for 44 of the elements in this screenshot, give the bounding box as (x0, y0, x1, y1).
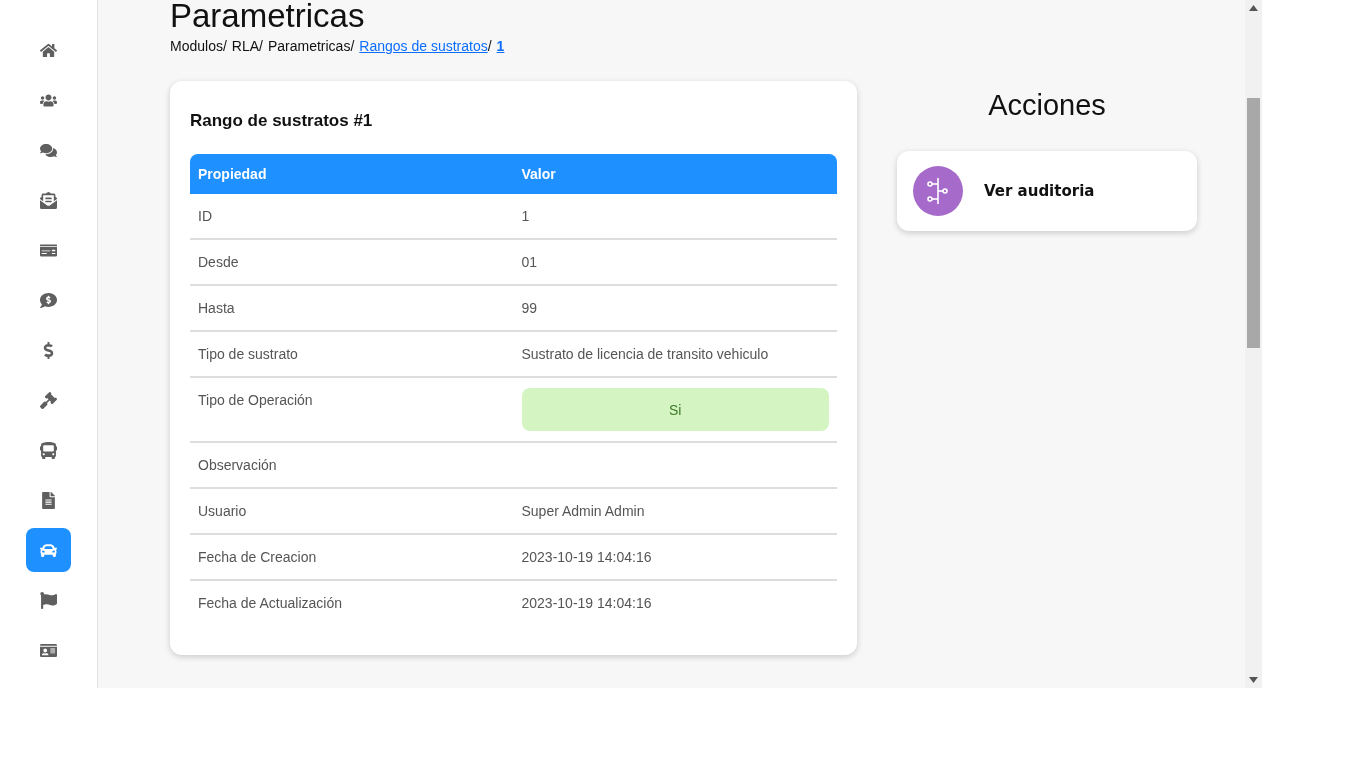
breadcrumb-separator: / (487, 38, 492, 54)
envelope-icon (40, 191, 57, 209)
audit-action-button[interactable]: Ver auditoria (897, 151, 1197, 231)
breadcrumb-item: RLA/ (231, 38, 263, 54)
table-cell: Tipo de sustrato (190, 331, 514, 377)
column-header: Propiedad (190, 154, 514, 194)
table-cell: Usuario (190, 488, 514, 534)
car-icon (40, 541, 57, 559)
breadcrumb-item: Parametricas/ (267, 38, 355, 54)
gavel-icon (40, 391, 57, 409)
home-icon (40, 41, 57, 59)
table-cell: 99 (513, 285, 837, 331)
table-cell: Hasta (190, 285, 514, 331)
status-badge: Si (521, 388, 829, 431)
table-cell: Desde (190, 239, 514, 285)
breadcrumb-item: Modulos/ (170, 38, 227, 54)
actions-title: Acciones (988, 89, 1106, 122)
table-cell: Fecha de Actualización (190, 580, 514, 625)
flag-icon (40, 591, 57, 609)
document-icon (40, 491, 57, 509)
table-cell: 2023-10-19 14:04:16 (513, 580, 837, 625)
table-cell: Super Admin Admin (513, 488, 837, 534)
page-title: Parametricas (170, 0, 366, 35)
breadcrumb-link[interactable]: Rangos de sustratos (359, 38, 488, 54)
scrollbar[interactable] (1245, 0, 1262, 688)
dollar-chat-icon (40, 291, 57, 309)
table-cell: Observación (190, 442, 514, 488)
table-cell: 1 (513, 194, 837, 239)
scroll-up-icon[interactable] (1249, 5, 1258, 11)
branch-icon (913, 166, 963, 216)
table-cell: ID (190, 194, 514, 239)
table-cell: 2023-10-19 14:04:16 (513, 534, 837, 580)
table-cell: 01 (513, 239, 837, 285)
bus-icon (40, 441, 57, 459)
sidebar-item[interactable] (26, 528, 71, 572)
table-cell: Sustrato de licencia de transito vehiculo (513, 331, 837, 377)
id-card-icon (40, 641, 57, 659)
scroll-down-icon[interactable] (1249, 677, 1258, 683)
table-cell: Fecha de Creacion (190, 534, 514, 580)
card-title: Rango de sustratos #1 (190, 111, 374, 131)
chat-bubbles-icon (40, 141, 57, 159)
column-header: Valor (513, 154, 837, 194)
table-cell: Tipo de Operación (190, 377, 514, 442)
breadcrumb-link[interactable]: 1 (496, 38, 505, 54)
